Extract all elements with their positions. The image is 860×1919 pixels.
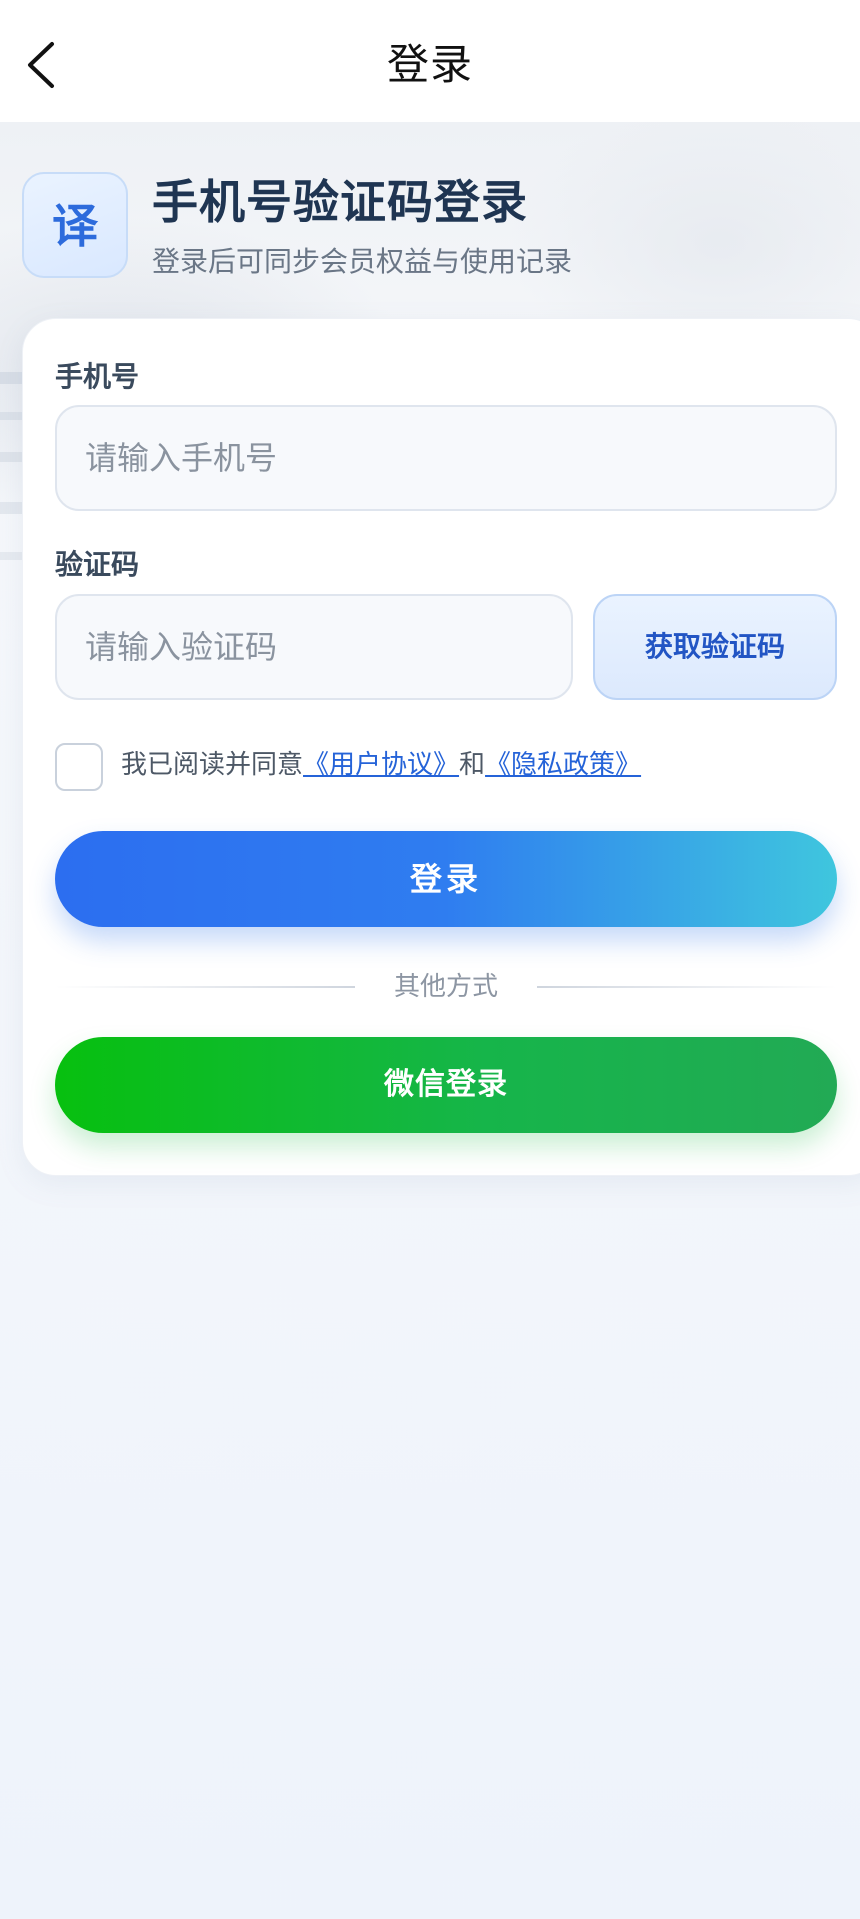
agreement-row: 我已阅读并同意《用户协议》和《隐私政策》 (55, 743, 855, 793)
divider-line (537, 986, 837, 988)
wechat-login-button[interactable]: 微信登录 (55, 1037, 837, 1133)
agreement-text: 我已阅读并同意《用户协议》和《隐私政策》 (121, 747, 641, 783)
privacy-policy-link[interactable]: 《隐私政策》 (485, 750, 641, 780)
get-code-button[interactable]: 获取验证码 (593, 594, 837, 700)
login-card: 手机号 验证码 获取验证码 我已阅读并同意《用户协议》和《隐私政策》 登录 其他… (22, 318, 860, 1176)
background-decoration (0, 552, 24, 560)
background-decoration (0, 502, 24, 514)
login-subheading: 登录后可同步会员权益与使用记录 (152, 245, 573, 278)
navbar: 登录 (0, 0, 860, 122)
agreement-checkbox[interactable] (55, 743, 103, 791)
agreement-conjunction: 和 (459, 750, 486, 780)
code-input[interactable] (55, 594, 573, 700)
background-decoration (0, 452, 24, 462)
user-agreement-link[interactable]: 《用户协议》 (303, 750, 459, 780)
background-decoration (0, 372, 24, 384)
phone-input[interactable] (55, 405, 837, 511)
login-heading: 手机号验证码登录 (152, 175, 528, 229)
phone-label: 手机号 (55, 360, 140, 393)
login-button[interactable]: 登录 (55, 831, 837, 927)
translate-logo-icon: 译 (22, 172, 128, 278)
other-methods-divider: 其他方式 (55, 967, 837, 1007)
page-title: 登录 (386, 40, 473, 89)
background-decoration (0, 412, 24, 420)
code-label: 验证码 (55, 548, 140, 581)
agreement-prefix: 我已阅读并同意 (121, 750, 304, 780)
